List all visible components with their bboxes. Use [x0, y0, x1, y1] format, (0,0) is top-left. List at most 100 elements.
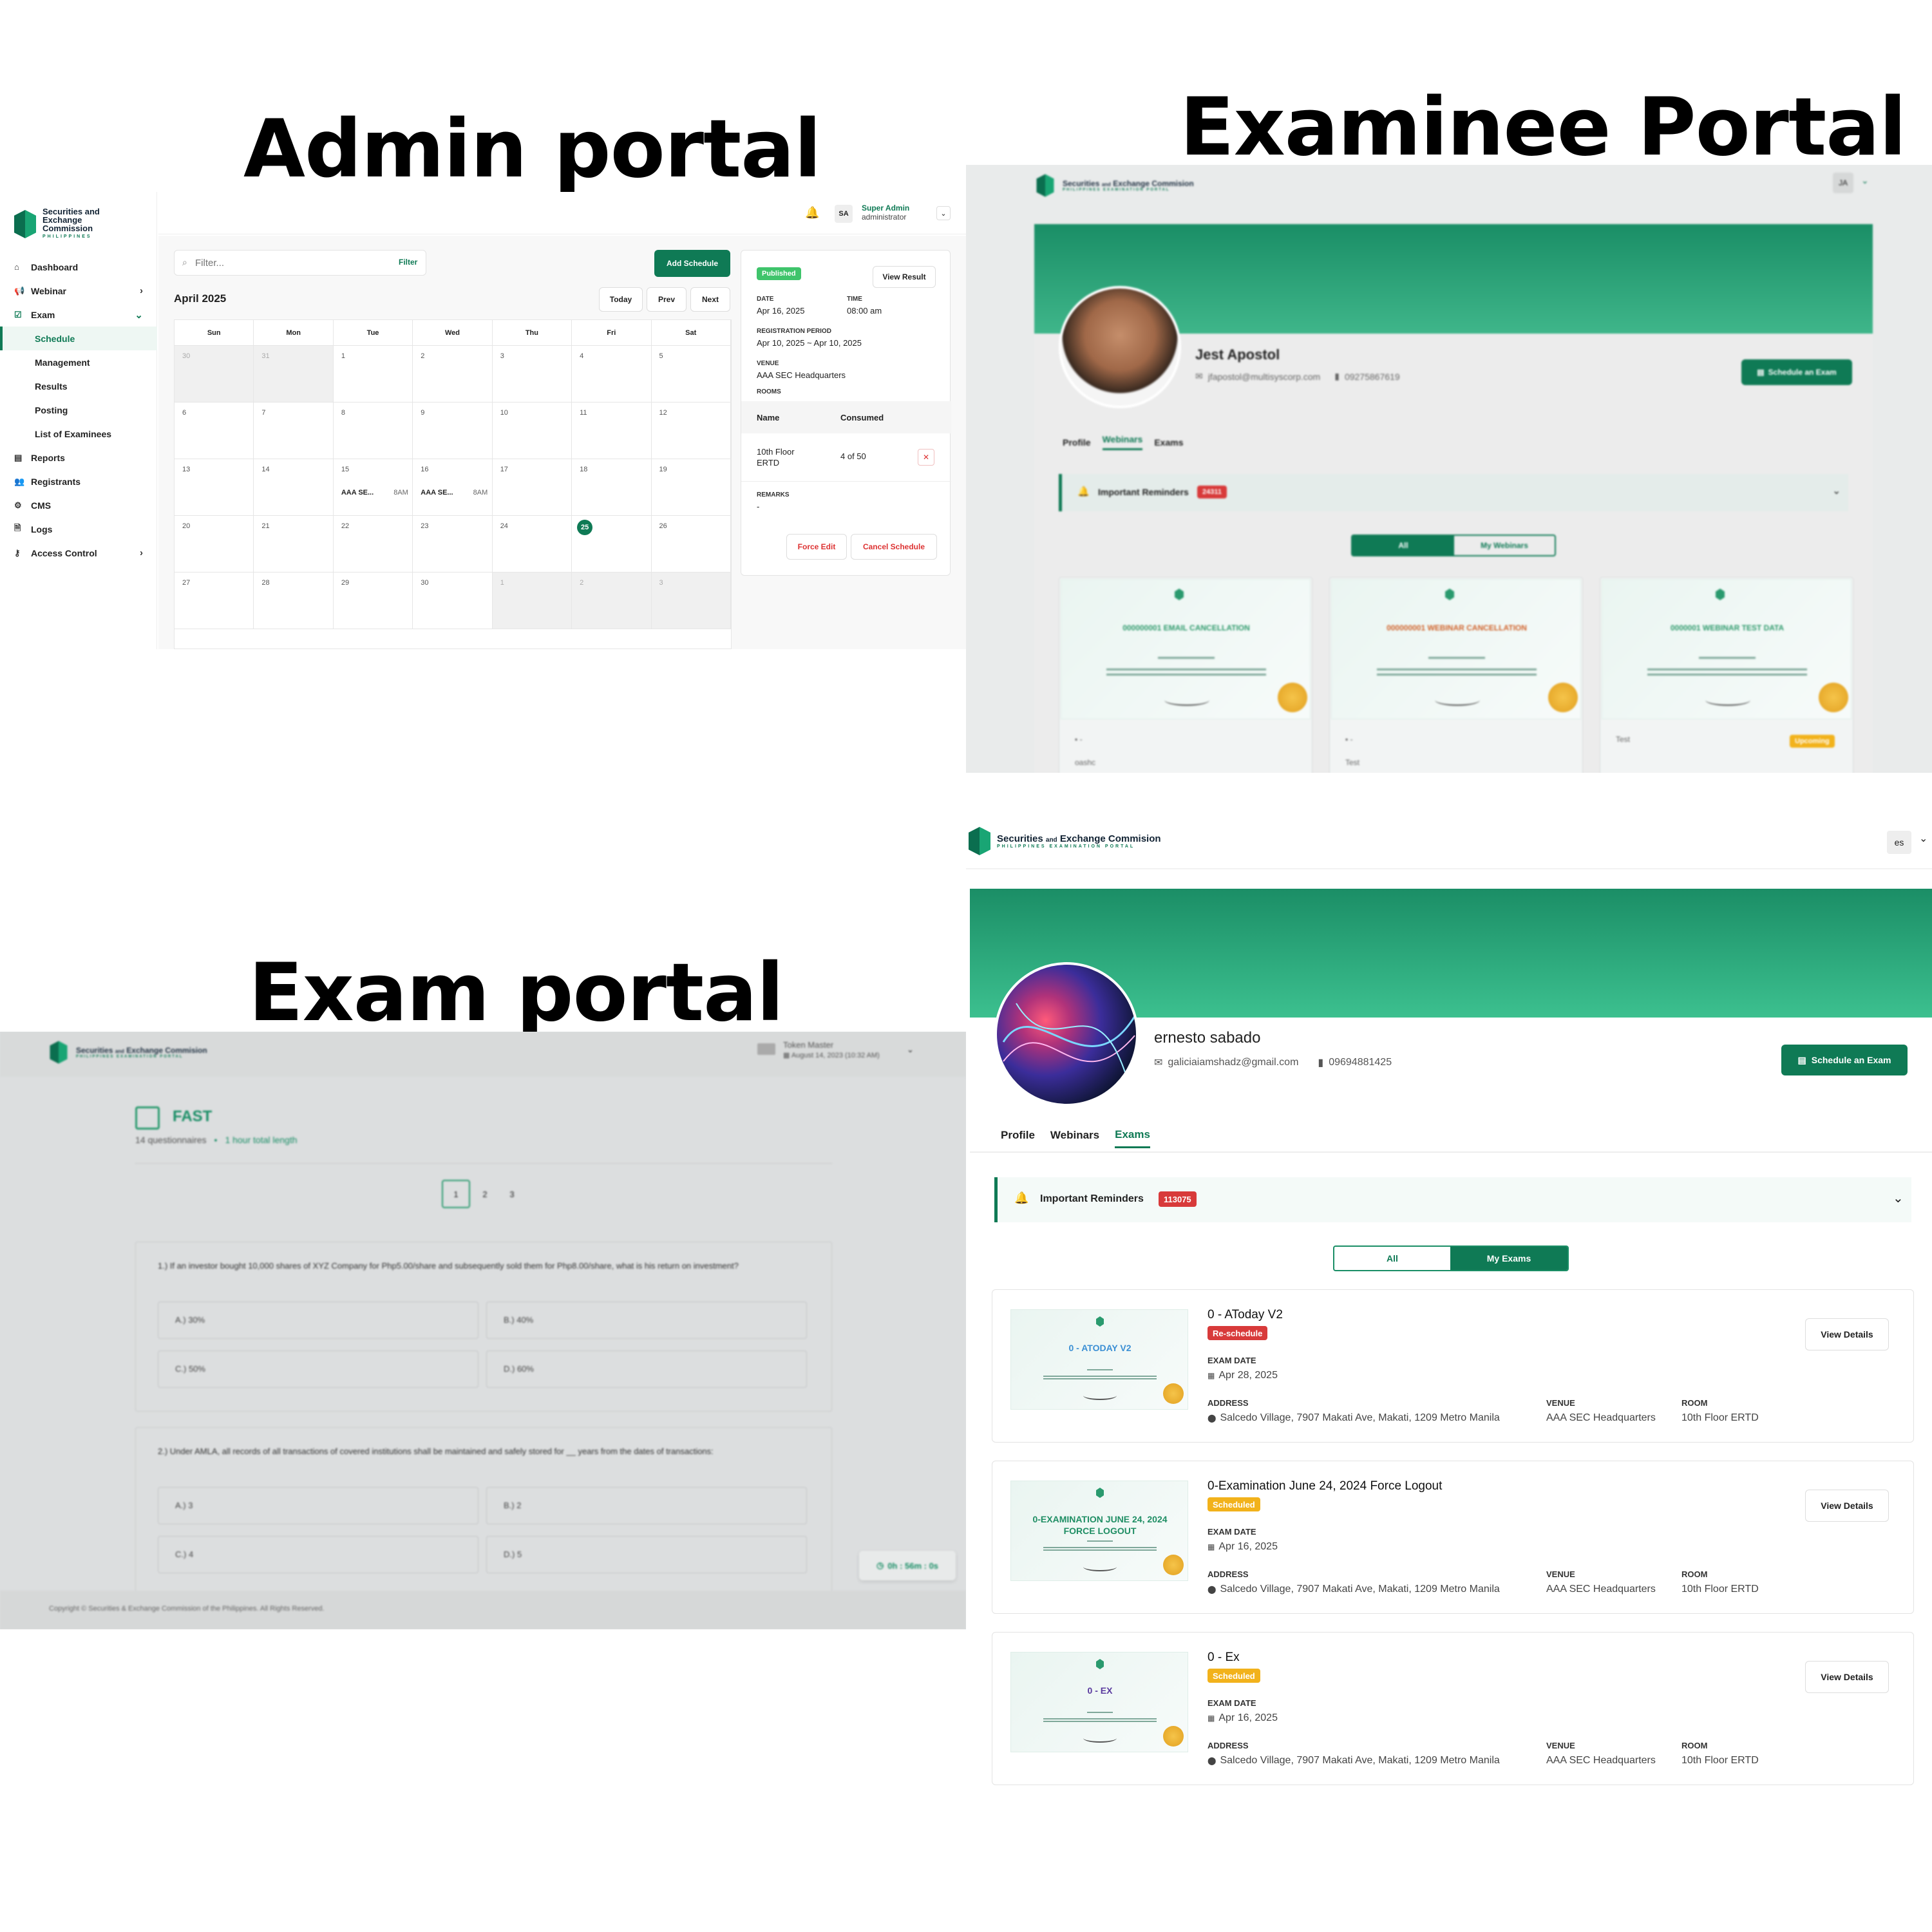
webinar-card[interactable]: 000000001 WEBINAR CANCELLATION ▪ - Test [1329, 577, 1583, 773]
sidebar-item-schedule[interactable]: Schedule [0, 327, 157, 350]
bell-icon[interactable]: 🔔 [805, 206, 819, 220]
sidebar-item-cms[interactable]: ⚙ CMS [0, 493, 157, 517]
calendar-event[interactable]: AAA SE... 8AM [421, 489, 488, 497]
calendar-day-cell[interactable]: 18 [572, 459, 652, 516]
tab-exams[interactable]: Exams [1115, 1128, 1150, 1148]
calendar-day-cell[interactable]: 26 [651, 516, 731, 573]
toggle-my-exams[interactable]: My Exams [1450, 1247, 1567, 1270]
exam-user-info[interactable]: Token Master ▦ August 14, 2023 (10:32 AM… [783, 1039, 880, 1061]
calendar-day-cell[interactable]: 11 [572, 402, 652, 459]
view-result-button[interactable]: View Result [873, 266, 936, 288]
next-button[interactable]: Next [690, 287, 730, 312]
chevron-down-icon[interactable]: ⌄ [1861, 175, 1869, 186]
calendar-day-cell[interactable]: 25 [572, 516, 652, 573]
answer-option[interactable]: D.) 60% [486, 1350, 807, 1388]
view-details-button[interactable]: View Details [1805, 1661, 1889, 1693]
calendar-day-cell[interactable]: 27 [175, 573, 254, 629]
page-1-button[interactable]: 1 [442, 1180, 470, 1208]
page-2-button[interactable]: 2 [473, 1180, 497, 1208]
remove-room-close-icon[interactable]: ✕ [918, 449, 934, 466]
sidebar-item-posting[interactable]: Posting [0, 398, 157, 422]
view-details-button[interactable]: View Details [1805, 1490, 1889, 1522]
schedule-exam-button[interactable]: ▤ Schedule an Exam [1781, 1045, 1908, 1075]
calendar-day-cell[interactable]: 21 [254, 516, 334, 573]
calendar-day-cell[interactable]: 6 [175, 402, 254, 459]
answer-option[interactable]: D.) 5 [486, 1536, 807, 1573]
sidebar-item-logs[interactable]: 🗎 Logs [0, 517, 157, 541]
important-reminders-bar[interactable]: 🔔 Important Reminders 113075 ⌄ [994, 1177, 1911, 1222]
calendar-day-cell[interactable]: 31 [254, 346, 334, 402]
calendar-day-cell[interactable]: 4 [572, 346, 652, 402]
user-avatar[interactable]: es [1887, 831, 1911, 854]
cancel-schedule-button[interactable]: Cancel Schedule [851, 534, 937, 560]
sidebar-item-list-of-examinees[interactable]: List of Examinees [0, 422, 157, 446]
sidebar-item-dashboard[interactable]: ⌂ Dashboard [0, 255, 157, 279]
user-avatar[interactable]: JA [1833, 173, 1853, 193]
calendar-day-cell[interactable]: 10 [492, 402, 573, 459]
calendar-day-cell[interactable]: 7 [254, 402, 334, 459]
calendar-day-cell[interactable]: 20 [175, 516, 254, 573]
calendar-day-cell[interactable]: 30 [413, 573, 493, 629]
schedule-exam-button[interactable]: ▤ Schedule an Exam [1741, 359, 1852, 385]
calendar-event[interactable]: AAA SE... 8AM [341, 489, 408, 497]
answer-option[interactable]: A.) 30% [158, 1302, 478, 1339]
sidebar-item-results[interactable]: Results [0, 374, 157, 398]
calendar-day-cell[interactable]: 14 [254, 459, 334, 516]
view-details-button[interactable]: View Details [1805, 1318, 1889, 1350]
calendar-day-cell[interactable]: 28 [254, 573, 334, 629]
answer-option[interactable]: B.) 2 [486, 1487, 807, 1524]
today-button[interactable]: Today [599, 287, 643, 312]
page-3-button[interactable]: 3 [500, 1180, 524, 1208]
webinar-card[interactable]: 0000001 WEBINAR TEST DATA Test Upcoming [1600, 577, 1853, 773]
tab-webinars[interactable]: Webinars [1102, 434, 1143, 450]
calendar-day-cell[interactable]: 29 [333, 573, 413, 629]
sidebar-item-management[interactable]: Management [0, 350, 157, 374]
sidebar-item-registrants[interactable]: 👥 Registrants [0, 469, 157, 493]
filter-button[interactable]: Filter [399, 258, 417, 267]
calendar-day-cell[interactable]: 13 [175, 459, 254, 516]
calendar-day-cell[interactable]: 15 AAA SE... 8AM [333, 459, 413, 516]
answer-option[interactable]: A.) 3 [158, 1487, 478, 1524]
calendar-day-cell[interactable]: 1 [492, 573, 573, 629]
tab-profile[interactable]: Profile [1001, 1129, 1035, 1148]
user-info[interactable]: Super Admin administrator [862, 204, 909, 222]
calendar-day-cell[interactable]: 12 [651, 402, 731, 459]
calendar-day-cell[interactable]: 3 [651, 573, 731, 629]
tab-exams[interactable]: Exams [1154, 437, 1183, 448]
tab-webinars[interactable]: Webinars [1050, 1129, 1099, 1148]
force-edit-button[interactable]: Force Edit [786, 534, 847, 560]
webinar-card[interactable]: 000000001 EMAIL CANCELLATION ▪ - oashc [1059, 577, 1312, 773]
important-reminders-bar[interactable]: 🔔 Important Reminders 24311 ⌄ [1059, 474, 1848, 511]
calendar-day-cell[interactable]: 19 [651, 459, 731, 516]
prev-button[interactable]: Prev [647, 287, 687, 312]
calendar-day-cell[interactable]: 24 [492, 516, 573, 573]
answer-option[interactable]: C.) 50% [158, 1350, 478, 1388]
sidebar-item-webinar[interactable]: 📢 Webinar › [0, 279, 157, 303]
calendar-day-cell[interactable]: 22 [333, 516, 413, 573]
sidebar-item-reports[interactable]: ▤ Reports [0, 446, 157, 469]
calendar-day-cell[interactable]: 16 AAA SE... 8AM [413, 459, 493, 516]
sidebar-item-exam[interactable]: ☑ Exam ⌄ [0, 303, 157, 327]
calendar-day-cell[interactable]: 2 [413, 346, 493, 402]
calendar-day-cell[interactable]: 17 [492, 459, 573, 516]
filter-input[interactable] [195, 255, 369, 270]
calendar-day-cell[interactable]: 30 [175, 346, 254, 402]
calendar-day-cell[interactable]: 3 [492, 346, 573, 402]
user-menu-chevron-icon[interactable]: ⌄ [936, 206, 951, 220]
calendar-day-cell[interactable]: 5 [651, 346, 731, 402]
answer-option[interactable]: B.) 40% [486, 1302, 807, 1339]
chevron-down-icon[interactable]: ⌄ [907, 1045, 914, 1055]
calendar-day-cell[interactable]: 2 [572, 573, 652, 629]
tab-profile[interactable]: Profile [1063, 437, 1091, 448]
add-schedule-button[interactable]: Add Schedule [654, 250, 730, 277]
toggle-all[interactable]: All [1352, 536, 1454, 555]
toggle-all[interactable]: All [1334, 1247, 1450, 1270]
calendar-day-cell[interactable]: 9 [413, 402, 493, 459]
chevron-down-icon[interactable]: ⌄ [1919, 832, 1927, 845]
sidebar-item-access-control[interactable]: ⚷ Access Control › [0, 541, 157, 565]
user-avatar[interactable]: SA [835, 205, 853, 223]
calendar-day-cell[interactable]: 8 [333, 402, 413, 459]
answer-option[interactable]: C.) 4 [158, 1536, 478, 1573]
toggle-my-webinars[interactable]: My Webinars [1454, 536, 1555, 555]
calendar-day-cell[interactable]: 1 [333, 346, 413, 402]
